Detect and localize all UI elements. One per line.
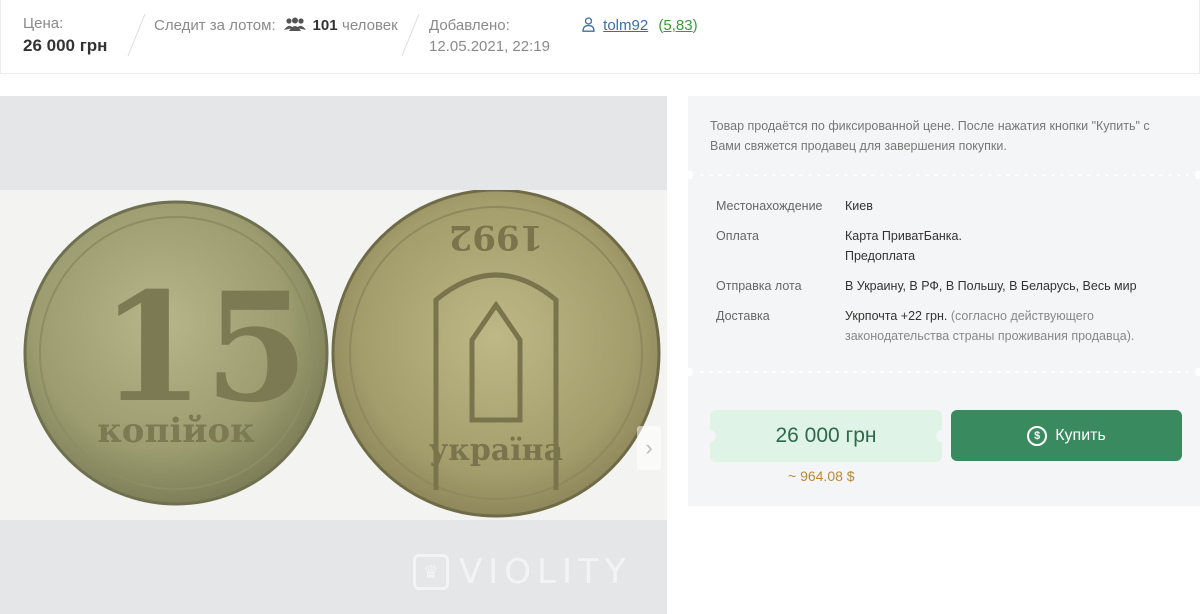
price-usd: ~ 964.08 $ xyxy=(788,468,855,484)
fixed-price-notice: Товар продаётся по фиксированной цене. П… xyxy=(710,119,1150,153)
price-label: Цена: xyxy=(23,15,64,32)
seller-info: tolm92 (5,83) xyxy=(582,16,698,36)
property-key: Местонахождение xyxy=(716,199,823,213)
price-info: Цена: 26 000 грн xyxy=(23,14,107,58)
watchers-label: Следит за лотом: xyxy=(154,17,276,34)
property-value: В Украину, В РФ, В Польшу, В Беларусь, В… xyxy=(845,279,1137,293)
divider xyxy=(688,171,1200,179)
divider xyxy=(688,368,1200,376)
buy-button-label: Купить xyxy=(1055,426,1106,444)
next-glyph: › xyxy=(645,435,653,460)
divider xyxy=(127,14,146,56)
price-value: 26 000 грн xyxy=(23,36,108,55)
buy-button[interactable]: $ Купить xyxy=(951,410,1182,461)
lot-photo[interactable]: 15 копійок 1992 україна ♛ VIOLITY › xyxy=(0,190,667,592)
coin-left-word: копійок xyxy=(97,411,255,451)
lot-gallery: 15 копійок 1992 україна ♛ VIOLITY › xyxy=(0,96,667,614)
property-key: Отправка лота xyxy=(716,279,802,293)
property-location: Местонахождение Киев xyxy=(716,196,1186,216)
divider xyxy=(401,14,420,56)
coin-photo: 15 копійок 1992 україна xyxy=(23,190,661,518)
property-shipping: Отправка лота В Украину, В РФ, В Польшу,… xyxy=(716,276,1186,296)
watchers-count: 101 xyxy=(312,17,338,34)
rating-close-paren: ) xyxy=(692,17,698,34)
property-delivery: Доставка Укрпочта +22 грн. (согласно дей… xyxy=(716,306,1186,346)
property-value: Укрпочта +22 грн. (согласно действующего… xyxy=(845,306,1155,346)
people-icon xyxy=(284,17,307,31)
lot-info-bar: Цена: 26 000 грн Следит за лотом: 101 че… xyxy=(0,0,1200,74)
added-info: Добавлено: 12.05.2021, 22:19 xyxy=(429,16,550,58)
chevron-right-icon[interactable]: › xyxy=(637,426,661,470)
purchase-panel: Товар продаётся по фиксированной цене. П… xyxy=(688,96,1200,506)
added-label: Добавлено: xyxy=(429,17,510,34)
user-icon xyxy=(582,17,595,32)
property-value: Карта ПриватБанка. Предоплата xyxy=(845,229,962,263)
watermark-text: VIOLITY xyxy=(459,552,632,592)
coin-right-year: 1992 xyxy=(449,217,544,257)
watchers-unit: человек xyxy=(342,17,398,34)
dollar-coin-icon: $ xyxy=(1027,425,1048,446)
seller-rating-value: 5,83 xyxy=(663,17,693,34)
property-key: Оплата xyxy=(716,229,759,243)
lot-properties: Местонахождение Киев Оплата Карта Приват… xyxy=(716,196,1186,356)
violity-watermark: ♛ VIOLITY xyxy=(413,552,632,592)
coin-right-word: україна xyxy=(429,433,563,468)
watchers-info: Следит за лотом: 101 человек xyxy=(154,16,398,36)
added-date: 12.05.2021, 22:19 xyxy=(429,38,550,55)
fixed-price: 26 000 грн xyxy=(704,410,948,462)
violity-logo-icon: ♛ xyxy=(413,554,449,590)
coin-left-value: 15 xyxy=(100,260,309,436)
property-value: Киев xyxy=(845,199,873,213)
property-key: Доставка xyxy=(716,309,770,323)
property-payment: Оплата Карта ПриватБанка. Предоплата xyxy=(716,226,1186,266)
seller-rating[interactable]: (5,83) xyxy=(658,17,697,34)
delivery-value: Укрпочта +22 грн. xyxy=(845,309,948,323)
seller-name-link[interactable]: tolm92 xyxy=(603,17,648,34)
